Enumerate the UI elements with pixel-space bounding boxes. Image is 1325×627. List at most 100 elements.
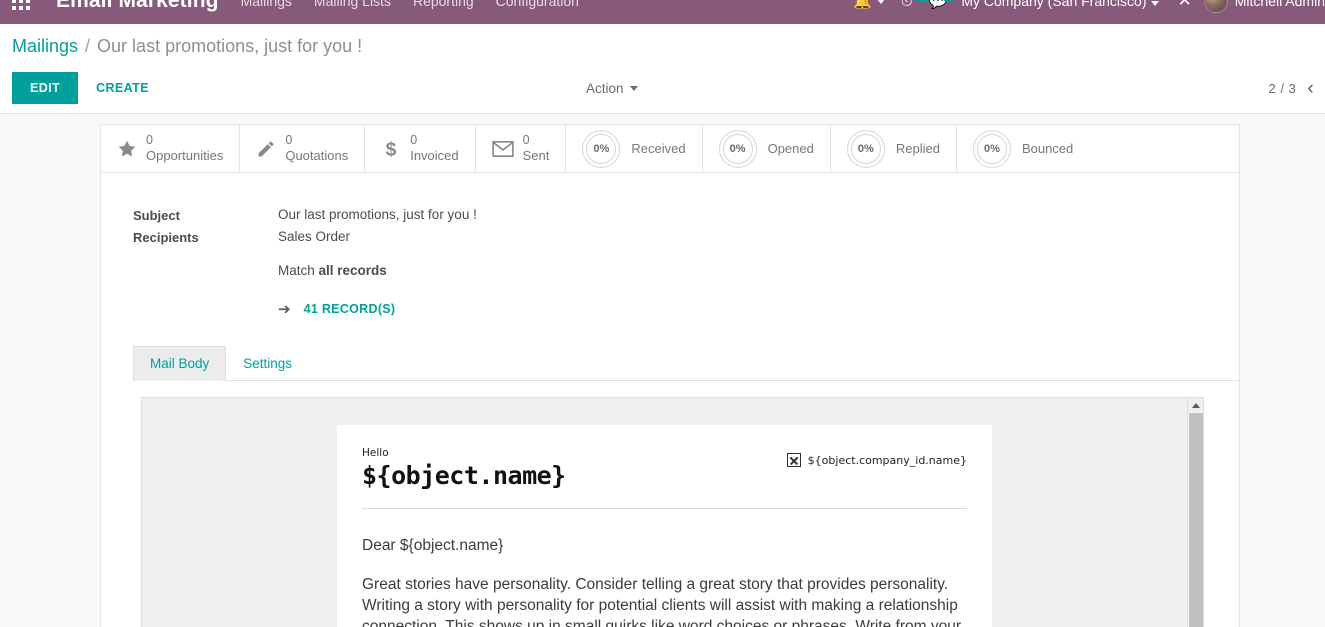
apps-grid-icon[interactable]: [8, 0, 34, 14]
control-panel: Mailings / Our last promotions, just for…: [0, 24, 1325, 114]
field-row-subject: Subject Our last promotions, just for yo…: [133, 207, 1207, 223]
scrollbar-thumb[interactable]: [1189, 413, 1203, 627]
action-dropdown[interactable]: Action: [586, 81, 638, 96]
email-hello-text: Hello: [362, 447, 389, 459]
stat-label-received: Received: [631, 141, 686, 156]
stat-button-quotations[interactable]: 0 Quotations: [240, 125, 366, 172]
navbar-right-cluster: 🔔 ⏲ 27 💬 3 My Company (San Francisco) ✕ …: [845, 0, 1325, 24]
email-title-variable: ${object.name}: [362, 461, 566, 490]
stat-button-opened[interactable]: 0% Opened: [703, 125, 831, 172]
broken-image-icon: [786, 453, 801, 467]
edit-button[interactable]: EDIT: [12, 72, 79, 104]
stat-button-bounced[interactable]: 0% Bounced: [957, 125, 1089, 172]
stat-label-sent: Sent: [522, 148, 550, 164]
email-divider: [362, 508, 967, 509]
progress-ring-bounced: 0%: [972, 129, 1011, 168]
dollar-icon: $: [381, 138, 401, 160]
label-recipients: Recipients: [133, 230, 199, 245]
stat-label-opportunities: Opportunities: [146, 148, 224, 164]
record-action-buttons: EDIT CREATE: [12, 72, 167, 104]
progress-ring-received: 0%: [582, 129, 621, 168]
email-company-block: ${object.company_id.name}: [786, 453, 967, 467]
editor-scrollbar[interactable]: [1187, 398, 1203, 627]
menu-item-mailing-lists[interactable]: Mailing Lists: [314, 0, 391, 9]
chevron-down-icon: [629, 86, 638, 91]
avatar[interactable]: [1203, 0, 1228, 13]
create-button[interactable]: CREATE: [78, 72, 167, 104]
value-recipients: Sales Order: [278, 229, 351, 244]
email-greeting-block: Hello ${object.name}: [362, 447, 566, 490]
stat-value-quotations: 0: [285, 132, 293, 147]
stat-button-received[interactable]: 0% Received: [566, 125, 703, 172]
pager: 2 / 3 ‹ ›: [1269, 79, 1325, 98]
stat-button-sent[interactable]: 0 Sent: [476, 125, 567, 172]
field-row-recipients: Recipients Sales Order: [133, 229, 1207, 245]
activity-clock-icon[interactable]: ⏲ 27: [893, 0, 935, 24]
email-paragraph: Great stories have personality. Consider…: [362, 576, 961, 627]
company-switcher[interactable]: My Company (San Francisco): [955, 0, 1165, 9]
form-view-body: 0 Opportunities 0 Quotations $ 0 Invoice…: [0, 115, 1325, 627]
label-subject: Subject: [133, 208, 180, 223]
scrollbar-up-arrow-icon[interactable]: [1188, 398, 1203, 413]
menu-item-mailings[interactable]: Mailings: [241, 0, 292, 9]
envelope-icon: [491, 140, 514, 158]
opened-percent: 0%: [722, 133, 753, 164]
received-percent: 0%: [586, 133, 617, 164]
stat-button-bar: 0 Opportunities 0 Quotations $ 0 Invoice…: [101, 125, 1239, 173]
field-row-domain: Match all records: [133, 263, 1207, 278]
pager-previous-icon[interactable]: ‹: [1307, 79, 1313, 98]
value-domain: Match all records: [278, 263, 387, 278]
stat-button-opportunities[interactable]: 0 Opportunities: [101, 125, 241, 172]
stat-value-sent: 0: [522, 132, 530, 147]
arrow-right-icon: ➔: [278, 301, 291, 318]
tab-settings[interactable]: Settings: [226, 346, 309, 381]
user-menu-label[interactable]: Mitchell Admin: [1235, 0, 1325, 9]
records-link[interactable]: 41 RECORD(S): [304, 302, 396, 316]
close-icon[interactable]: ✕: [1165, 0, 1203, 11]
pager-count: 2 / 3: [1268, 81, 1297, 96]
stat-button-replied[interactable]: 0% Replied: [831, 125, 957, 172]
stat-label-opened: Opened: [767, 141, 814, 156]
page-title: Our last promotions, just for you !: [97, 36, 363, 56]
stat-label-replied: Replied: [895, 141, 940, 156]
svg-text:$: $: [386, 139, 397, 160]
progress-ring-replied: 0%: [846, 129, 885, 168]
stat-button-invoiced[interactable]: $ 0 Invoiced: [365, 125, 476, 172]
top-navbar: Email Marketing Mailings Mailing Lists R…: [0, 0, 1325, 24]
records-counter-row: ➔ 41 RECORD(S): [278, 300, 1207, 318]
email-header: Hello ${object.name} ${object.company_id…: [362, 447, 967, 490]
pencil-icon: [256, 139, 276, 159]
star-icon: [117, 139, 137, 159]
stat-label-bounced: Bounced: [1021, 141, 1074, 156]
email-preview-card: Hello ${object.name} ${object.company_id…: [337, 425, 992, 627]
stat-label-invoiced: Invoiced: [410, 148, 459, 164]
stat-value-invoiced: 0: [410, 132, 418, 147]
main-menu: Mailings Mailing Lists Reporting Configu…: [241, 0, 579, 9]
breadcrumb-mailings[interactable]: Mailings: [12, 36, 78, 57]
menu-item-reporting[interactable]: Reporting: [413, 0, 474, 9]
messaging-icon[interactable]: 💬 3: [921, 0, 957, 24]
email-company-variable: ${object.company_id.name}: [807, 453, 967, 467]
menu-item-configuration[interactable]: Configuration: [496, 0, 579, 9]
notebook-tabs: Mail Body Settings: [133, 346, 1239, 381]
tab-mail-body[interactable]: Mail Body: [133, 346, 227, 381]
notifications-bell-icon[interactable]: 🔔: [845, 0, 893, 24]
value-subject: Our last promotions, just for you !: [278, 207, 477, 222]
form-fields: Subject Our last promotions, just for yo…: [101, 173, 1239, 318]
progress-ring-opened: 0%: [718, 129, 757, 168]
bounced-percent: 0%: [976, 133, 1007, 164]
action-dropdown-label: Action: [586, 81, 624, 96]
email-salutation: Dear ${object.name}: [362, 537, 504, 554]
stat-label-quotations: Quotations: [285, 148, 349, 164]
replied-percent: 0%: [850, 133, 881, 164]
company-name-label: My Company (San Francisco): [961, 0, 1147, 9]
match-prefix: Match: [278, 263, 319, 278]
breadcrumb-separator: /: [85, 36, 91, 56]
breadcrumb: Mailings / Our last promotions, just for…: [12, 36, 362, 57]
label-domain-spacer: [133, 263, 278, 264]
mail-body-editor[interactable]: Hello ${object.name} ${object.company_id…: [141, 397, 1204, 627]
record-sheet: 0 Opportunities 0 Quotations $ 0 Invoice…: [100, 124, 1240, 627]
stat-value-opportunities: 0: [146, 132, 153, 147]
match-strong: all records: [318, 263, 387, 278]
app-brand-title: Email Marketing: [56, 0, 219, 12]
